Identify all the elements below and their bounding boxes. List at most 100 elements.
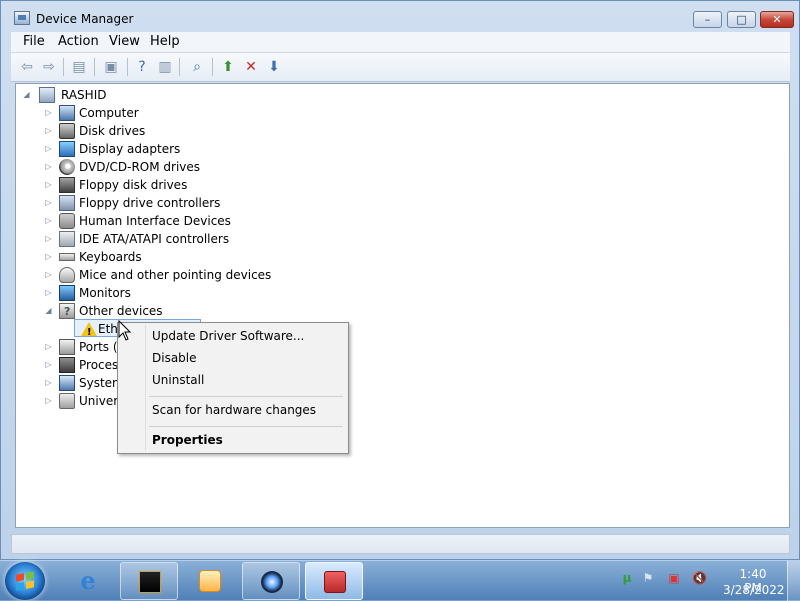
mouse-cursor-icon bbox=[118, 320, 132, 341]
window-title: Device Manager bbox=[36, 12, 134, 26]
tree-expand-icon[interactable]: ▷ bbox=[44, 392, 53, 410]
tree-collapse-icon[interactable]: ◢ bbox=[44, 302, 53, 320]
menu-view[interactable]: View bbox=[105, 34, 144, 49]
tree-item-label: Display adapters bbox=[79, 142, 181, 156]
forward-arrow-icon[interactable]: ⇨ bbox=[39, 57, 59, 77]
tree-item-disk-drives[interactable]: ▷ Disk drives bbox=[44, 122, 224, 140]
tree-expand-icon[interactable]: ▷ bbox=[44, 122, 53, 140]
tree-expand-icon[interactable]: ▷ bbox=[44, 230, 53, 248]
tree-item-label: Floppy drive controllers bbox=[79, 196, 221, 210]
tree-item-label: Human Interface Devices bbox=[79, 214, 231, 228]
floppy-disk-icon bbox=[59, 177, 75, 193]
disk-drive-icon bbox=[59, 123, 75, 139]
tree-item-computer[interactable]: ▷ Computer bbox=[44, 104, 224, 122]
menu-help[interactable]: Help bbox=[146, 34, 184, 49]
tree-item-label: DVD/CD-ROM drives bbox=[79, 160, 201, 174]
close-button[interactable]: ✕ bbox=[760, 11, 794, 28]
maximize-button[interactable]: □ bbox=[727, 11, 756, 28]
internet-explorer-taskbar-button[interactable]: e bbox=[59, 562, 117, 600]
action-pane-icon[interactable]: ▥ bbox=[155, 57, 175, 77]
uninstall-device-icon[interactable]: ✕ bbox=[241, 57, 261, 77]
properties-icon[interactable]: ▣ bbox=[101, 57, 121, 77]
disable-menu-item[interactable]: Disable bbox=[152, 351, 197, 365]
device-manager-taskbar-button[interactable] bbox=[305, 562, 363, 600]
monitor-icon bbox=[59, 285, 75, 301]
windows-logo-icon bbox=[16, 571, 34, 591]
help-icon[interactable]: ? bbox=[132, 57, 152, 77]
properties-menu-item[interactable]: Properties bbox=[152, 433, 223, 447]
tree-expand-icon[interactable]: ▷ bbox=[44, 338, 53, 356]
ports-icon bbox=[59, 339, 75, 355]
tree-item-label: Keyboards bbox=[79, 250, 142, 264]
show-hide-console-tree-icon[interactable]: ▤ bbox=[69, 57, 89, 77]
toolbar-separator bbox=[179, 58, 180, 76]
tree-expand-icon[interactable]: ▷ bbox=[44, 266, 53, 284]
tree-item-dvd-cd-rom-drives[interactable]: ▷ DVD/CD-ROM drives bbox=[44, 158, 244, 176]
update-driver-icon[interactable]: ⬆ bbox=[218, 57, 238, 77]
tree-item-monitors[interactable]: ▷ Monitors bbox=[44, 284, 224, 302]
tree-item-label: Computer bbox=[79, 106, 139, 120]
context-menu-gutter bbox=[145, 325, 146, 451]
title-bar[interactable]: Device Manager – □ ✕ bbox=[1, 1, 799, 32]
tree-item-floppy-disk-drives[interactable]: ▷ Floppy disk drives bbox=[44, 176, 244, 194]
computer-root-icon bbox=[39, 87, 55, 103]
network-disconnected-icon[interactable]: ▣ bbox=[667, 571, 681, 585]
taskbar: e µ ⚑ ▣ 🔇 1:40 PM 3/28/2022 bbox=[0, 560, 800, 601]
tree-expand-icon[interactable]: ▷ bbox=[44, 194, 53, 212]
tree-item-other-devices[interactable]: ◢ Other devices bbox=[44, 302, 224, 321]
keyboard-icon bbox=[59, 253, 75, 261]
system-device-icon bbox=[59, 375, 75, 391]
obd-software-taskbar-button[interactable] bbox=[120, 562, 178, 600]
tree-item-keyboards[interactable]: ▷ Keyboards bbox=[44, 248, 224, 266]
status-bar bbox=[11, 534, 790, 554]
tree-item-label: Disk drives bbox=[79, 124, 146, 138]
tree-item-label: Floppy disk drives bbox=[79, 178, 188, 192]
tree-expand-icon[interactable]: ▷ bbox=[44, 140, 53, 158]
tree-collapse-icon[interactable]: ◢ bbox=[22, 86, 31, 104]
tree-expand-icon[interactable]: ▷ bbox=[44, 284, 53, 302]
media-player-taskbar-button[interactable] bbox=[181, 562, 239, 600]
toolbar-separator bbox=[212, 58, 213, 76]
sound-muted-icon[interactable]: 🔇 bbox=[692, 571, 707, 585]
diagnostic-app-taskbar-button[interactable] bbox=[242, 562, 300, 600]
update-driver-software-menu-item[interactable]: Update Driver Software... bbox=[152, 329, 304, 343]
clock-date[interactable]: 3/28/2022 bbox=[723, 583, 785, 597]
device-context-menu: Update Driver Software... Disable Uninst… bbox=[117, 322, 349, 454]
car-diagnostic-icon bbox=[261, 571, 283, 593]
context-menu-separator bbox=[149, 396, 343, 397]
uninstall-menu-item[interactable]: Uninstall bbox=[152, 373, 204, 387]
minimize-button[interactable]: – bbox=[693, 11, 722, 28]
show-desktop-button[interactable] bbox=[787, 561, 800, 601]
scan-for-hardware-changes-menu-item[interactable]: Scan for hardware changes bbox=[152, 403, 316, 417]
utorrent-icon[interactable]: µ bbox=[620, 571, 634, 585]
tree-expand-icon[interactable]: ▷ bbox=[44, 158, 53, 176]
menu-action[interactable]: Action bbox=[54, 34, 103, 49]
tree-item-mice-and-other-pointing-devices[interactable]: ▷ Mice and other pointing devices bbox=[44, 266, 304, 284]
scan-hardware-icon[interactable]: ⌕ bbox=[187, 57, 207, 77]
tree-expand-icon[interactable]: ▷ bbox=[44, 212, 53, 230]
tree-expand-icon[interactable]: ▷ bbox=[44, 248, 53, 266]
tree-expand-icon[interactable]: ▷ bbox=[44, 374, 53, 392]
tree-item-display-adapters[interactable]: ▷ Display adapters bbox=[44, 140, 224, 158]
tree-item-human-interface-devices[interactable]: ▷ Human Interface Devices bbox=[44, 212, 264, 230]
tree-item-label: Monitors bbox=[79, 286, 131, 300]
menu-bar: File Action View Help bbox=[11, 32, 790, 53]
dvd-drive-icon bbox=[59, 159, 75, 175]
computer-icon bbox=[59, 105, 75, 121]
tree-expand-icon[interactable]: ▷ bbox=[44, 356, 53, 374]
tree-root[interactable]: ◢ RASHID bbox=[22, 86, 142, 104]
processor-icon bbox=[59, 357, 75, 373]
tree-item-label: IDE ATA/ATAPI controllers bbox=[79, 232, 230, 246]
menu-file[interactable]: File bbox=[19, 34, 49, 49]
disable-device-icon[interactable]: ⬇ bbox=[264, 57, 284, 77]
tree-item-label: Mice and other pointing devices bbox=[79, 268, 272, 282]
toolbox-icon bbox=[324, 571, 346, 593]
device-manager-window: Device Manager – □ ✕ File Action View He… bbox=[0, 0, 800, 560]
tree-expand-icon[interactable]: ▷ bbox=[44, 176, 53, 194]
action-center-flag-icon[interactable]: ⚑ bbox=[641, 571, 655, 585]
tree-item-ide-ata-atapi-controllers[interactable]: ▷ IDE ATA/ATAPI controllers bbox=[44, 230, 284, 248]
tree-expand-icon[interactable]: ▷ bbox=[44, 104, 53, 122]
tree-item-floppy-drive-controllers[interactable]: ▷ Floppy drive controllers bbox=[44, 194, 264, 212]
start-button[interactable] bbox=[5, 562, 45, 600]
back-arrow-icon[interactable]: ⇦ bbox=[17, 57, 37, 77]
